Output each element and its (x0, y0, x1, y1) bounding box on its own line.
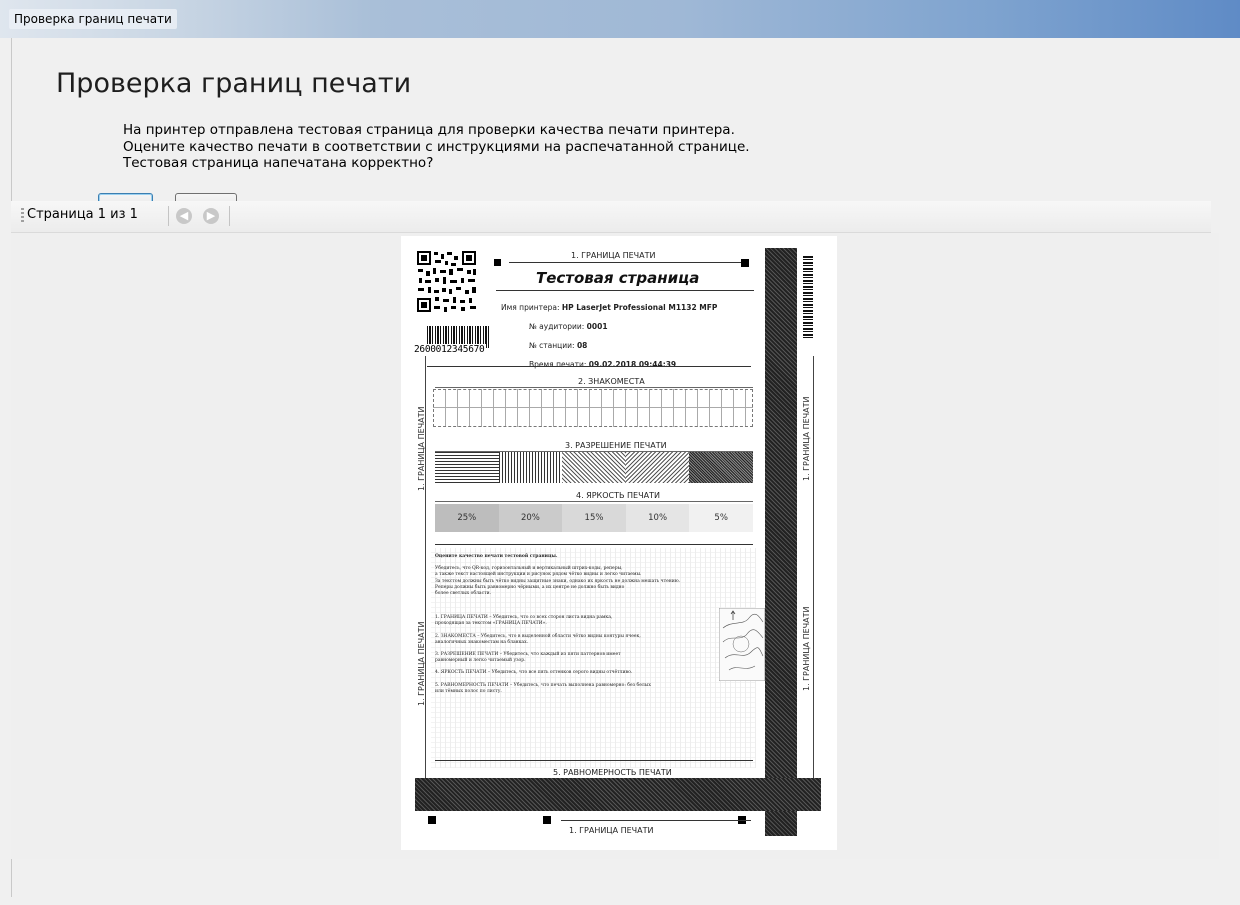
top-border-label: 1. ГРАНИЦА ПЕЧАТИ (571, 251, 656, 260)
header-divider (427, 366, 751, 367)
station-label: № станции: (529, 341, 575, 350)
window-title: Проверка границ печати (9, 9, 177, 29)
left-border-label: 1. ГРАНИЦА ПЕЧАТИ (417, 621, 426, 706)
registration-mark (543, 816, 551, 824)
printer-info: Имя принтера: HP LaserJet Professional M… (501, 298, 717, 374)
section-5-title: 5. РАВНОМЕРНОСТЬ ПЕЧАТИ (553, 768, 672, 777)
test-page-title: Тестовая страница (536, 269, 700, 287)
resolution-pattern (625, 452, 690, 483)
room-value: 0001 (586, 322, 608, 331)
instruction-line: или тёмных полос по листу. (435, 688, 502, 694)
section-4-divider (435, 544, 753, 545)
page-title: Проверка границ печати (56, 68, 412, 99)
section-4-title: 4. ЯРКОСТЬ ПЕЧАТИ (576, 491, 660, 500)
printer-name-label: Имя принтера: (501, 303, 560, 312)
brightness-cell: 15% (562, 504, 626, 532)
registration-mark (428, 816, 436, 824)
vertical-barcode (803, 256, 813, 338)
section-2-title: 2. ЗНАКОМЕСТА (578, 377, 645, 386)
time-label: Время печати: (529, 360, 587, 369)
viewer-toolbar: Страница 1 из 1 ◀ ▶ (11, 201, 1211, 233)
resolution-pattern (562, 452, 626, 483)
bottom-border-line (561, 820, 751, 821)
barcode-number: 2600012345670 (412, 344, 487, 355)
top-border-line (509, 262, 749, 263)
character-cells (433, 389, 753, 427)
right-border-band (765, 248, 797, 836)
brightness-cell: 10% (625, 504, 690, 532)
page-counter: Страница 1 из 1 (27, 207, 138, 222)
right-border-label: 1. ГРАНИЦА ПЕЧАТИ (802, 396, 811, 481)
toolbar-separator (229, 206, 230, 226)
description: На принтер отправлена тестовая страница … (123, 122, 750, 172)
instruction-line: аналогичных знакоместам на бланках. (435, 639, 529, 645)
instruction-line: более светлых области. (435, 591, 492, 597)
resolution-patterns (435, 452, 753, 483)
page-viewer[interactable]: 1. ГРАНИЦА ПЕЧАТИ Тестовая страница Имя … (11, 233, 1219, 859)
printer-name: HP LaserJet Professional M1132 MFP (561, 303, 718, 312)
prev-page-icon[interactable]: ◀ (176, 208, 192, 224)
brightness-cell: 20% (498, 504, 563, 532)
station-value: 08 (576, 341, 588, 350)
brightness-row: 25% 20% 15% 10% 5% (435, 504, 753, 532)
description-line-1: На принтер отправлена тестовая страница … (123, 122, 735, 138)
test-page-preview: 1. ГРАНИЦА ПЕЧАТИ Тестовая страница Имя … (401, 236, 837, 850)
instruction-line: равномерный и легко читаемый узор. (435, 658, 526, 664)
right-frame-line (813, 356, 814, 786)
right-border-label: 1. ГРАНИЦА ПЕЧАТИ (802, 606, 811, 691)
section-5-divider (435, 760, 753, 761)
toolbar-grip-icon[interactable] (21, 208, 24, 224)
left-border-label: 1. ГРАНИЦА ПЕЧАТИ (417, 406, 426, 491)
instruction-line: проходящая за текстом «ГРАНИЦА ПЕЧАТИ». (435, 621, 547, 627)
section-3-title: 3. РАЗРЕШЕНИЕ ПЕЧАТИ (565, 441, 667, 450)
time-value: 09.02.2018 09:44:39 (588, 360, 677, 369)
section-2-line (435, 387, 753, 388)
toolbar-separator (168, 206, 169, 226)
section-4-line (435, 501, 753, 502)
description-line-2: Оцените качество печати в соответствии с… (123, 138, 750, 155)
description-line-3: Тестовая страница напечатана корректно? (123, 155, 434, 171)
brightness-cell: 5% (689, 504, 753, 532)
title-bar: Проверка границ печати (0, 0, 1240, 38)
next-page-icon[interactable]: ▶ (203, 208, 219, 224)
brightness-cell: 25% (435, 504, 499, 532)
resolution-pattern (435, 452, 499, 483)
map-drawing (719, 608, 765, 681)
room-label: № аудитории: (529, 322, 585, 331)
bottom-border-label: 1. ГРАНИЦА ПЕЧАТИ (569, 826, 654, 835)
instruction-line: 4. ЯРКОСТЬ ПЕЧАТИ – Убедитесь, что все п… (435, 670, 633, 676)
registration-mark (494, 259, 501, 266)
qr-code (416, 250, 478, 314)
registration-mark (741, 259, 749, 267)
title-underline (496, 290, 754, 291)
bottom-border-band (415, 778, 821, 811)
resolution-pattern (498, 452, 563, 483)
resolution-pattern (689, 452, 753, 483)
instructions: Оцените качество печати тестовой страниц… (435, 554, 755, 695)
instructions-heading: Оцените качество печати тестовой страниц… (435, 554, 558, 559)
